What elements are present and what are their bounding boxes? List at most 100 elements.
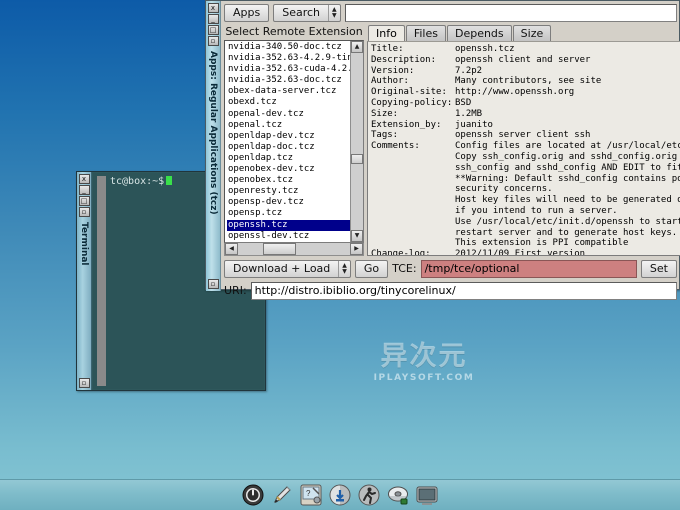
info-comment-line: restart server and to generate host keys… <box>371 228 680 239</box>
info-label: Comments: <box>371 141 455 152</box>
terminal-maximize-button[interactable]: □ <box>79 196 90 206</box>
extension-list-vscrollbar[interactable]: ▲ ▼ <box>350 41 363 242</box>
hscroll-thumb[interactable] <box>263 243 297 255</box>
info-comment-line: Copy ssh_config.orig and sshd_config.ori… <box>371 152 680 163</box>
extension-list-item[interactable]: openresty.tcz <box>227 186 350 197</box>
terminal-close-button[interactable]: x <box>79 174 90 184</box>
terminal-icon[interactable] <box>416 484 438 506</box>
extension-list[interactable]: nvidia-340.50-doc.tcznvidia-352.63-4.2.9… <box>225 41 350 242</box>
info-row: Comments:Config files are located at /us… <box>371 141 680 152</box>
apps-window-buttons: x _ □ ▫ <box>206 1 220 47</box>
info-label: Tags: <box>371 130 455 141</box>
info-value: openssh.tcz <box>455 44 680 55</box>
extension-list-item[interactable]: openldap-doc.tcz <box>227 142 350 153</box>
info-row: Version:7.2p2 <box>371 66 680 77</box>
terminal-resize-handle[interactable]: ▫ <box>79 378 90 388</box>
apps-maximize-button[interactable]: □ <box>208 25 219 35</box>
extension-list-item[interactable]: openssl-dev.tcz <box>227 231 350 242</box>
info-comment-line: ssh_config and sshd_config AND EDIT to f… <box>371 163 680 174</box>
changelog-label: Change-log: <box>371 249 455 256</box>
action-select-label: Download + Load <box>225 261 338 277</box>
info-value: openssh server client ssh <box>455 130 680 141</box>
scroll-up-button[interactable]: ▲ <box>351 41 363 53</box>
power-icon[interactable] <box>242 484 264 506</box>
scroll-left-button[interactable]: ◀ <box>225 243 238 255</box>
info-comment-line: if you intend to run a server. <box>371 206 680 217</box>
info-value: http://www.openssh.org <box>455 87 680 98</box>
uri-label: URI: <box>224 284 247 298</box>
extension-list-item[interactable]: obex-data-server.tcz <box>227 86 350 97</box>
editor-pen-icon[interactable] <box>271 484 293 506</box>
info-row: Copying-policy:BSD <box>371 98 680 109</box>
terminal-shade-button[interactable]: ▫ <box>79 207 90 217</box>
uri-input[interactable]: http://distro.ibiblio.org/tinycorelinux/ <box>251 282 677 300</box>
info-value: Config files are located at /usr/local/e… <box>455 141 680 152</box>
extension-list-item[interactable]: obexd.tcz <box>227 97 350 108</box>
info-row: Extension_by:juanito <box>371 120 680 131</box>
apps-titlebar[interactable]: x _ □ ▫ Apps: Regular Applications (tcz)… <box>206 1 221 291</box>
run-icon[interactable] <box>358 484 380 506</box>
apps-window[interactable]: x _ □ ▫ Apps: Regular Applications (tcz)… <box>205 0 680 290</box>
extension-list-item[interactable]: openal.tcz <box>227 120 350 131</box>
extension-list-title: Select Remote Extension <box>224 24 364 40</box>
extension-list-item[interactable]: openldap.tcz <box>227 153 350 164</box>
tab-size[interactable]: Size <box>513 25 552 41</box>
extension-list-item[interactable]: openssh.tcz <box>227 220 350 231</box>
info-label: Author: <box>371 76 455 87</box>
apps-download-icon[interactable] <box>329 484 351 506</box>
control-panel-icon[interactable]: ? <box>300 484 322 506</box>
apps-resize-handle[interactable]: ▫ <box>208 279 219 289</box>
apps-toolbar: Apps Search ▲▼ <box>224 3 677 22</box>
tab-info[interactable]: Info <box>368 25 405 41</box>
taskbar: ? <box>0 479 680 510</box>
action-select[interactable]: Download + Load ▲▼ <box>224 260 351 278</box>
apps-button[interactable]: Apps <box>224 4 269 22</box>
vscroll-thumb[interactable] <box>351 154 363 165</box>
extension-list-item[interactable]: opensp-dev.tcz <box>227 197 350 208</box>
apps-minimize-button[interactable]: _ <box>208 14 219 24</box>
extension-list-pane: Select Remote Extension nvidia-340.50-do… <box>224 24 364 256</box>
search-mode-select[interactable]: Search ▲▼ <box>273 4 340 22</box>
apps-bottom-bar: Download + Load ▲▼ Go TCE: /tmp/tce/opti… <box>224 259 677 300</box>
tab-files[interactable]: Files <box>406 25 446 41</box>
hscroll-track[interactable] <box>238 243 350 255</box>
extension-list-item[interactable]: nvidia-352.63-doc.tcz <box>227 75 350 86</box>
extension-list-item[interactable]: nvidia-352.63-cuda-4.2.9-tinyc <box>227 64 350 75</box>
apps-content: Select Remote Extension nvidia-340.50-do… <box>224 24 677 256</box>
chevron-updown-icon: ▲▼ <box>338 261 350 277</box>
scroll-right-button[interactable]: ▶ <box>350 243 363 255</box>
scroll-down-button[interactable]: ▼ <box>351 230 363 242</box>
changelog-value: 2012/11/09 First version <box>455 249 680 256</box>
extension-list-hscrollbar[interactable]: ◀ ▶ <box>224 243 364 256</box>
info-comment-line: **Warning: Default sshd_config contains … <box>371 174 680 185</box>
disk-mount-icon[interactable] <box>387 484 409 506</box>
info-row: Tags:openssh server client ssh <box>371 130 680 141</box>
tab-depends[interactable]: Depends <box>447 25 512 41</box>
extension-list-item[interactable]: openobex-dev.tcz <box>227 164 350 175</box>
tce-path-input[interactable]: /tmp/tce/optional <box>421 260 637 278</box>
apps-close-button[interactable]: x <box>208 3 219 13</box>
terminal-minimize-button[interactable]: _ <box>79 185 90 195</box>
extension-list-item[interactable]: openldap-dev.tcz <box>227 131 350 142</box>
extension-list-item[interactable]: openal-dev.tcz <box>227 109 350 120</box>
go-button[interactable]: Go <box>355 260 388 278</box>
apps-shade-button[interactable]: ▫ <box>208 36 219 46</box>
info-label: Version: <box>371 66 455 77</box>
extension-list-item[interactable]: nvidia-340.50-doc.tcz <box>227 42 350 53</box>
chevron-updown-icon: ▲▼ <box>328 5 340 21</box>
svg-text:?: ? <box>306 489 311 498</box>
info-row: Title:openssh.tcz <box>371 44 680 55</box>
uri-row: URI: http://distro.ibiblio.org/tinycorel… <box>224 281 677 300</box>
info-label: Extension_by: <box>371 120 455 131</box>
info-label: Original-site: <box>371 87 455 98</box>
extension-list-item[interactable]: nvidia-352.63-4.2.9-tinycore64 <box>227 53 350 64</box>
vscroll-track[interactable] <box>351 53 363 230</box>
search-input[interactable] <box>345 4 677 22</box>
watermark-chinese: 异次元 <box>362 342 486 372</box>
set-button[interactable]: Set <box>641 260 677 278</box>
info-panel[interactable]: Title:openssh.tczDescription:openssh cli… <box>367 41 680 256</box>
terminal-titlebar[interactable]: x _ □ ▫ Terminal ▫ <box>77 172 92 390</box>
info-row: Original-site:http://www.openssh.org <box>371 87 680 98</box>
extension-list-item[interactable]: opensp.tcz <box>227 208 350 219</box>
extension-list-item[interactable]: openobex.tcz <box>227 175 350 186</box>
